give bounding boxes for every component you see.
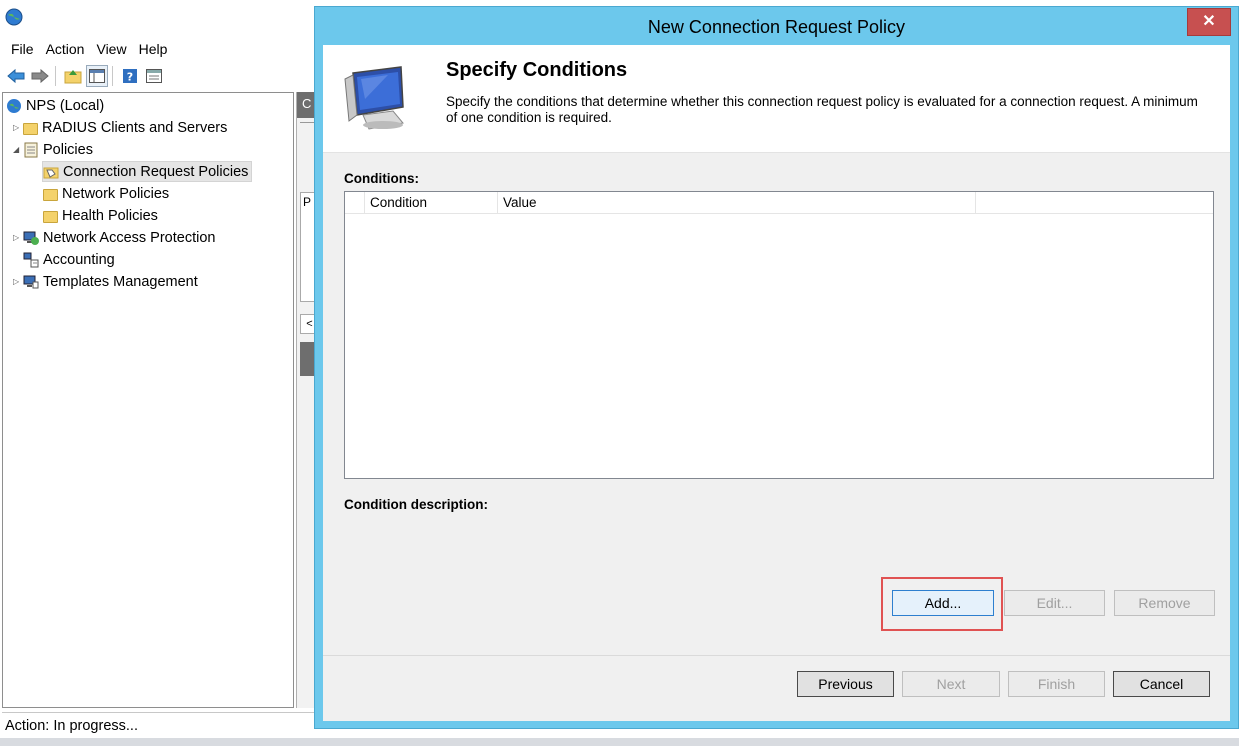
column-header-value[interactable]: Value [498,192,976,214]
next-button[interactable]: Next [902,671,1000,697]
remove-button[interactable]: Remove [1114,590,1215,616]
menu-help[interactable]: Help [133,38,174,60]
menubar: File Action View Help [0,38,173,60]
tree-label: Health Policies [62,207,158,224]
policy-folder-icon [43,167,59,178]
collapse-arrow-icon[interactable]: ◢ [13,145,23,154]
tree-label: Network Policies [62,185,170,202]
templates-icon [23,275,39,288]
folder-icon [43,210,58,223]
computer-monitor-icon [344,66,404,130]
column-header-condition[interactable]: Condition [365,192,498,214]
up-folder-icon[interactable] [62,65,84,87]
tree-item-nps-local[interactable]: NPS (Local) [6,95,104,116]
status-bar: Action: In progress... [2,712,322,738]
dialog-client-area: Specify Conditions Specify the condition… [323,45,1230,721]
nps-app-icon[interactable] [4,7,24,27]
expand-arrow-icon[interactable]: ▷ [13,277,23,286]
back-arrow-icon[interactable] [5,65,27,87]
forward-arrow-icon[interactable] [29,65,51,87]
console-tree: NPS (Local) ▷ RADIUS Clients and Servers… [2,92,294,708]
properties-icon[interactable] [143,65,165,87]
tree-item-policies[interactable]: ◢ Policies [13,139,93,160]
conditions-list[interactable]: Condition Value [344,191,1214,479]
folder-icon [43,188,58,201]
tree-label: Connection Request Policies [63,163,249,180]
tree-item-network-policies[interactable]: Network Policies [43,183,169,204]
conditions-header-row: Condition Value [345,192,1213,214]
tree-label: RADIUS Clients and Servers [42,119,228,136]
wizard-header: Specify Conditions Specify the condition… [323,45,1230,153]
footer-separator [323,655,1230,656]
tree-label: Network Access Protection [43,229,216,246]
conditions-label: Conditions: [344,171,419,186]
help-icon[interactable]: ? [119,65,141,87]
policies-document-icon [24,142,38,157]
edit-button[interactable]: Edit... [1004,590,1105,616]
expand-arrow-icon[interactable]: ▷ [13,123,23,132]
network-access-protection-icon [23,231,39,245]
tree-item-radius-clients[interactable]: ▷ RADIUS Clients and Servers [13,117,227,138]
menu-action[interactable]: Action [40,38,91,60]
tree-item-templates-management[interactable]: ▷ Templates Management [13,271,198,292]
wizard-page-title: Specify Conditions [446,59,628,81]
column-header-blank[interactable] [345,192,365,214]
toolbar: ? [0,63,320,89]
tree-item-network-access-protection[interactable]: ▷ Network Access Protection [13,227,215,248]
tree-item-connection-request-policies[interactable]: Connection Request Policies [42,161,253,182]
tree-item-health-policies[interactable]: Health Policies [43,205,158,226]
svg-text:?: ? [127,71,133,84]
expand-arrow-icon[interactable]: ▷ [13,233,23,242]
toolbar-separator [112,66,113,86]
new-connection-request-policy-dialog: New Connection Request Policy ✕ Specify … [314,6,1239,729]
show-hide-tree-icon[interactable] [86,65,108,87]
nps-globe-icon [7,98,21,113]
tree-label: Templates Management [43,273,198,290]
folder-icon [23,122,38,135]
add-button[interactable]: Add... [892,590,994,616]
tree-item-accounting[interactable]: Accounting [23,249,115,270]
menu-view[interactable]: View [90,38,132,60]
menu-file[interactable]: File [0,38,40,60]
cancel-button[interactable]: Cancel [1113,671,1210,697]
tree-label: NPS (Local) [26,97,105,114]
tree-label: Accounting [43,251,115,268]
toolbar-separator [55,66,56,86]
dialog-title: New Connection Request Policy [647,17,906,37]
tree-label: Policies [43,141,93,158]
column-header: P [303,195,312,209]
close-button[interactable]: ✕ [1187,8,1231,36]
finish-button[interactable]: Finish [1008,671,1105,697]
condition-description-label: Condition description: [344,497,488,512]
accounting-icon [23,252,39,267]
previous-button[interactable]: Previous [797,671,894,697]
wizard-page-description: Specify the conditions that determine wh… [446,94,1198,125]
taskbar-strip [0,738,1239,746]
